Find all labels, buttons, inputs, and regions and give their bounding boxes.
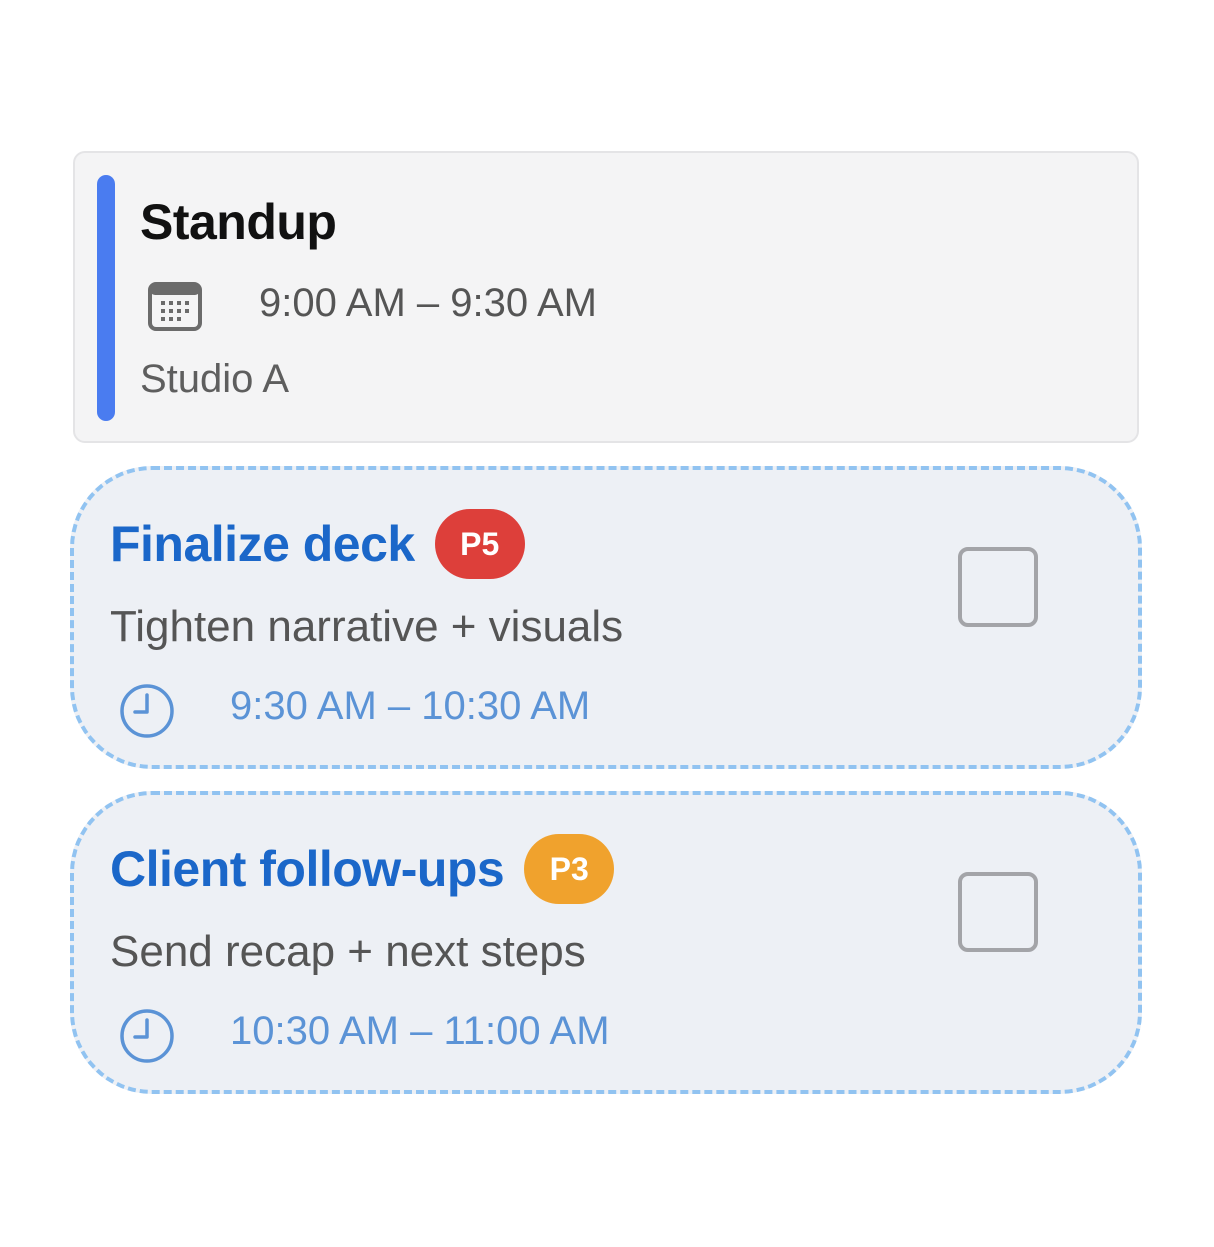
event-location: Studio A [140,357,290,401]
task-time: 10:30 AM – 11:00 AM [230,1009,610,1053]
clock-icon [120,684,174,738]
task-card-finalize-deck[interactable]: Finalize deck P5 Tighten narrative + vis… [70,466,1142,769]
task-description: Send recap + next steps [110,927,586,976]
event-accent-bar [97,175,115,421]
task-complete-checkbox[interactable] [958,872,1038,952]
calendar-icon [148,282,202,331]
task-time: 9:30 AM – 10:30 AM [230,684,591,728]
task-title-row: Finalize deck P5 [110,508,525,580]
task-card-client-follow-ups[interactable]: Client follow-ups P3 Send recap + next s… [70,791,1142,1094]
event-card-standup[interactable]: Standup 9:00 AM – 9:30 AM Studio A [73,151,1139,443]
task-title: Client follow-ups [110,841,505,897]
event-time: 9:00 AM – 9:30 AM [259,281,597,325]
priority-badge: P3 [524,834,615,904]
priority-badge: P5 [434,509,525,579]
task-description: Tighten narrative + visuals [110,602,624,651]
task-complete-checkbox[interactable] [958,547,1038,627]
task-title-row: Client follow-ups P3 [110,833,615,905]
task-title: Finalize deck [110,516,415,572]
clock-icon [120,1009,174,1063]
event-title: Standup [140,194,337,250]
